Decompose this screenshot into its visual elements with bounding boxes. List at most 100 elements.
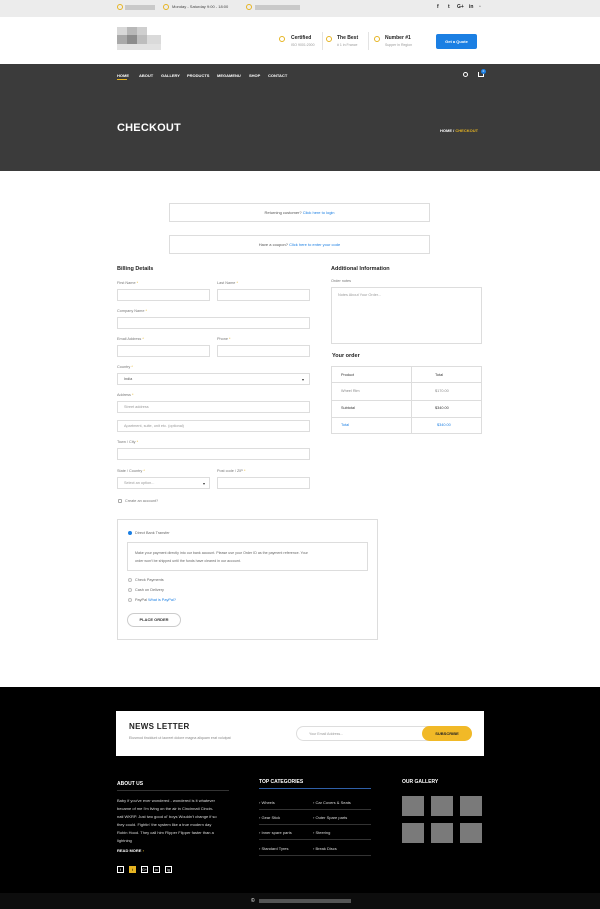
nav-shop[interactable]: SHOP	[249, 73, 260, 78]
page-title: CHECKOUT	[117, 122, 181, 134]
gallery-thumbnail[interactable]	[402, 796, 424, 816]
last-name-field[interactable]	[217, 289, 310, 301]
feature-subtitle: Supper in Region	[385, 43, 413, 47]
cash-on-delivery-label: Cash on Delivery	[135, 588, 164, 592]
divider	[259, 824, 371, 825]
order-table: Product Total Wheel Rim $170.00 Subtotal…	[331, 366, 482, 434]
notice-text: Returning customer?	[264, 210, 302, 215]
address-line2-field[interactable]: Apartment, suite, unit etc. (optional)	[117, 420, 310, 432]
google-plus-icon[interactable]: G+	[457, 4, 464, 10]
our-gallery-heading: OUR GALLERY	[402, 779, 439, 785]
column-header-product: Product	[341, 373, 355, 377]
facebook-icon[interactable]: f	[117, 866, 124, 873]
breadcrumb-home[interactable]: HOME	[440, 128, 452, 133]
login-link[interactable]: Click here to login	[303, 210, 335, 215]
gallery-thumbnail[interactable]	[431, 823, 453, 843]
subscribe-button[interactable]: SUBSCRIBE	[422, 726, 472, 741]
returning-customer-notice: Returning customer? Click here to login	[169, 203, 430, 222]
town-field[interactable]	[117, 448, 310, 460]
phone-field[interactable]	[217, 345, 310, 357]
postcode-field[interactable]	[217, 477, 310, 489]
divider	[259, 809, 371, 810]
category-link[interactable]: › Standard Tyres	[259, 846, 289, 851]
badge-icon	[374, 36, 380, 42]
company-label: Company Name *	[117, 309, 147, 313]
address-field[interactable]: Street address	[117, 401, 310, 413]
feature-subtitle: # 1 in France	[337, 43, 358, 47]
bank-transfer-label: Direct Bank Transfer	[135, 531, 170, 535]
notice-text: Have a coupon?	[258, 242, 288, 247]
gallery-thumbnail[interactable]	[460, 823, 482, 843]
nav-active-underline	[117, 79, 127, 80]
category-link[interactable]: › Outer Spare parts	[313, 815, 347, 820]
gallery-thumbnail[interactable]	[460, 796, 482, 816]
category-link[interactable]: › Car Covers & Seats	[313, 800, 351, 805]
top-categories-heading: TOP CATEGORIES	[259, 779, 304, 785]
first-name-label: First Name *	[117, 281, 139, 285]
award-icon	[326, 36, 332, 42]
coupon-link[interactable]: Click here to enter your code	[289, 242, 340, 247]
state-select[interactable]: Select an option... ▾	[117, 477, 210, 489]
chevron-down-icon: ▾	[301, 377, 304, 382]
nav-products[interactable]: PRODUCTS	[187, 73, 209, 78]
chevron-down-icon: ▾	[202, 481, 205, 486]
gallery-thumbnail[interactable]	[402, 823, 424, 843]
email-label: Email Address *	[117, 337, 144, 341]
cart-count-badge: 0	[481, 69, 486, 74]
create-account-checkbox[interactable]	[118, 499, 122, 503]
twitter-icon[interactable]: t	[448, 4, 450, 10]
order-notes-field[interactable]: Notes About Your Order...	[331, 287, 482, 344]
breadcrumb: HOME / CHECKOUT	[440, 128, 478, 133]
read-more-link[interactable]: READ MORE ›	[117, 848, 144, 853]
what-is-paypal-link[interactable]: What is PayPal?	[148, 598, 176, 602]
feature-title: Certified	[291, 35, 312, 41]
bank-transfer-radio[interactable]	[128, 531, 132, 535]
category-link[interactable]: › Wheels	[259, 800, 275, 805]
category-link[interactable]: › Gear Stick	[259, 815, 280, 820]
your-order-heading: Your order	[332, 353, 360, 359]
check-payments-radio[interactable]	[128, 578, 132, 582]
cash-on-delivery-radio[interactable]	[128, 588, 132, 592]
create-account-label: Create an account?	[125, 499, 159, 503]
country-select[interactable]: India ▾	[117, 373, 310, 385]
twitter-icon[interactable]: t	[129, 866, 136, 873]
check-payments-label: Check Payments	[135, 578, 164, 582]
linkedin-icon[interactable]: in	[153, 866, 160, 873]
facebook-icon[interactable]: f	[437, 4, 439, 10]
category-link[interactable]: › Break Discs	[313, 846, 337, 851]
divider	[322, 32, 323, 50]
divider	[117, 790, 229, 791]
place-order-button[interactable]: PLACE ORDER	[127, 613, 181, 627]
breadcrumb-current: CHECKOUT	[455, 128, 479, 133]
email-field[interactable]	[117, 345, 210, 357]
gallery-thumbnail[interactable]	[431, 796, 453, 816]
opening-hours: Monday - Saturday 9:00 - 18:00	[172, 4, 229, 9]
nav-home[interactable]: HOME	[117, 73, 129, 78]
newsletter-description: Eiusmod tincidunt ut laoreet dolore magn…	[129, 736, 231, 740]
top-bar: Monday - Saturday 9:00 - 18:00 f t G+ in…	[0, 0, 600, 17]
search-icon[interactable]	[463, 72, 468, 77]
copyright-bar: ©	[0, 893, 600, 909]
nav-contact[interactable]: CONTACT	[268, 73, 287, 78]
clock-icon	[163, 4, 169, 10]
order-item-price: $170.00	[435, 389, 449, 393]
get-a-quote-button[interactable]: Get a Quote	[436, 34, 477, 49]
first-name-field[interactable]	[117, 289, 210, 301]
google-plus-icon[interactable]: G+	[141, 866, 148, 873]
subtotal-label: Subtotal	[341, 406, 355, 410]
company-field[interactable]	[117, 317, 310, 329]
subtotal-value: $340.00	[435, 406, 449, 410]
copyright-text-blurred	[259, 899, 351, 903]
address-label: Address *	[117, 393, 134, 397]
category-link[interactable]: › Steering	[313, 830, 330, 835]
copyright-symbol: ©	[251, 898, 255, 904]
nav-gallery[interactable]: GALLERY	[161, 73, 180, 78]
instagram-icon[interactable]: ig	[165, 866, 172, 873]
nav-about[interactable]: ABOUT	[139, 73, 153, 78]
instagram-icon[interactable]: ▫	[479, 4, 481, 10]
linkedin-icon[interactable]: in	[469, 4, 473, 10]
logo[interactable]	[117, 27, 161, 52]
nav-megamenu[interactable]: MEGAMENU	[217, 73, 241, 78]
category-link[interactable]: › Inner spare parts	[259, 830, 292, 835]
paypal-radio[interactable]	[128, 598, 132, 602]
